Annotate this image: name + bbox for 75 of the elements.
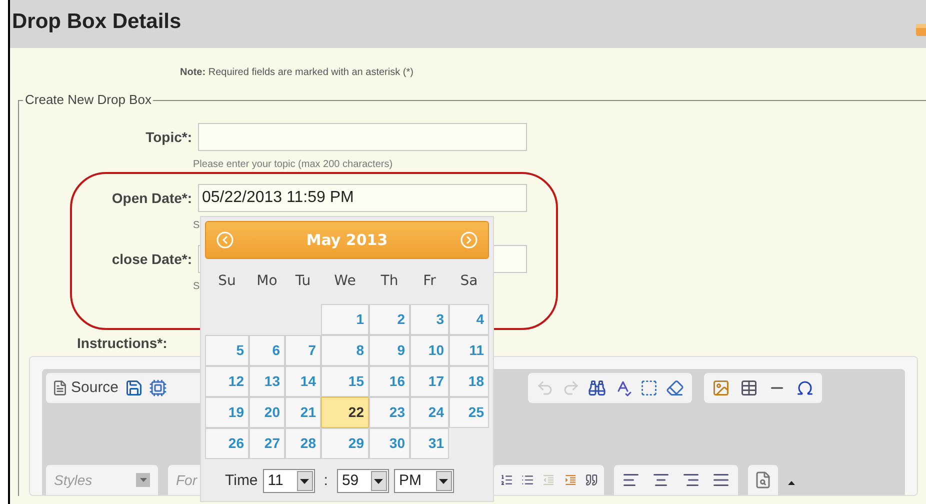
calendar-day[interactable]: 24 (410, 397, 449, 428)
calendar-day[interactable]: 25 (449, 397, 489, 428)
calendar-day[interactable]: 2 (369, 304, 410, 335)
styles-dropdown[interactable]: Styles (46, 465, 158, 495)
calendar-day[interactable]: 23 (369, 397, 410, 428)
calendar-day[interactable]: 31 (410, 428, 449, 459)
field-hint: Please enter your topic (max 200 characters) (193, 158, 394, 172)
image-icon[interactable] (712, 379, 730, 397)
calendar-day[interactable]: 29 (321, 428, 369, 459)
field-label: close Date*: (110, 250, 192, 268)
input-field[interactable]: 05/22/2013 11:59 PM (198, 184, 527, 212)
chip-icon[interactable] (148, 379, 167, 397)
eraser-icon[interactable] (666, 379, 684, 397)
weekday-label: Mo (256, 272, 278, 290)
time-separator: : (322, 470, 329, 491)
calendar-day[interactable]: 14 (285, 366, 321, 397)
calendar-day[interactable]: 15 (321, 366, 369, 397)
align-center-icon[interactable] (652, 471, 670, 489)
collapse-toolbar-icon[interactable] (788, 481, 795, 485)
calendar-day[interactable]: 4 (449, 304, 489, 335)
time-label: Time (225, 470, 258, 491)
calendar-day[interactable]: 17 (410, 366, 449, 397)
calendar-day[interactable]: 18 (449, 366, 489, 397)
select-all-icon[interactable] (640, 379, 658, 397)
calendar-day[interactable]: 8 (321, 335, 369, 366)
weekday-label: Th (380, 272, 400, 290)
document-icon (52, 380, 68, 396)
table-icon[interactable] (740, 379, 758, 397)
search-icon[interactable] (588, 379, 606, 397)
save-icon[interactable] (124, 379, 143, 397)
field-label: Open Date*: (110, 188, 192, 208)
calendar-day[interactable]: 22 (321, 397, 369, 428)
calendar-day[interactable]: 9 (369, 335, 410, 366)
calendar-day[interactable]: 11 (449, 335, 489, 366)
field-label: Topic*: (144, 128, 192, 147)
align-right-icon[interactable] (682, 471, 700, 489)
calendar-day[interactable]: 13 (249, 366, 285, 397)
preview-icon[interactable] (754, 471, 772, 489)
caret-icon (436, 471, 452, 491)
calendar-day[interactable]: 5 (205, 335, 249, 366)
section-legend: Create New Drop Box (23, 92, 154, 108)
calendar-day[interactable]: 12 (205, 366, 249, 397)
hour-select[interactable]: 11 (262, 469, 315, 493)
caret-icon (296, 471, 313, 491)
calendar-day[interactable]: 1 (321, 304, 369, 335)
weekday-label: We (333, 272, 357, 290)
field-label: Instructions*: (77, 336, 168, 350)
calendar-day[interactable]: 30 (369, 428, 410, 459)
weekday-label: Su (217, 272, 237, 290)
input-field[interactable] (198, 123, 527, 151)
omega-icon[interactable] (796, 379, 814, 397)
calendar-day[interactable]: 20 (249, 397, 285, 428)
calendar-day[interactable]: 16 (369, 366, 410, 397)
caret-icon (370, 471, 387, 491)
weekday-label: Fr (422, 272, 437, 290)
month-title: May 2013 (306, 230, 388, 251)
ampm-select[interactable]: PM (394, 469, 454, 493)
caret-icon (136, 473, 150, 487)
calendar-day[interactable]: 10 (410, 335, 449, 366)
minute-select[interactable]: 59 (336, 469, 389, 493)
calendar-day[interactable]: 26 (205, 428, 249, 459)
required-note: Note: Required fields are marked with an asterisk (*) (179, 66, 414, 80)
calendar-day[interactable]: 28 (285, 428, 321, 459)
weekday-label: Tu (294, 272, 312, 290)
weekday-label: Sa (459, 272, 479, 290)
calendar-day[interactable]: 21 (285, 397, 321, 428)
calendar-day[interactable]: 7 (285, 335, 321, 366)
page-title: Drop Box Details (11, 9, 182, 35)
calendar-day[interactable]: 27 (249, 428, 285, 459)
justify-icon[interactable] (712, 471, 730, 489)
calendar-day[interactable]: 3 (410, 304, 449, 335)
calendar-day[interactable]: 19 (205, 397, 249, 428)
align-left-icon[interactable] (622, 471, 640, 489)
field-hint: S (193, 219, 201, 233)
calendar-day[interactable]: 6 (249, 335, 285, 366)
